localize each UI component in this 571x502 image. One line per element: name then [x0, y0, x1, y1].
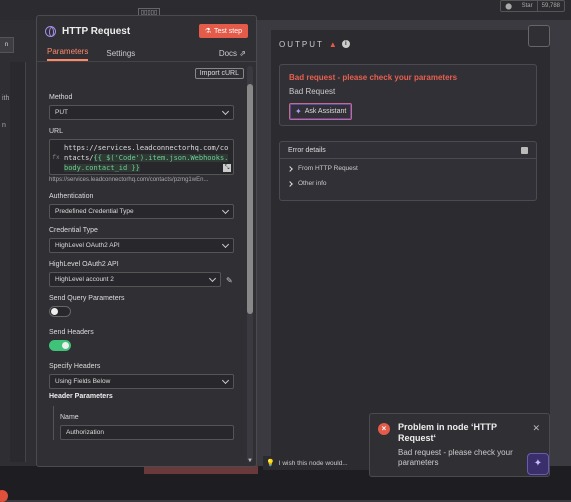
details-row-from-http[interactable]: From HTTP Request: [280, 159, 536, 172]
specify-headers-label: Specify Headers: [49, 363, 101, 370]
scrollbar-thumb[interactable]: [247, 84, 253, 314]
canvas-red-dot: [0, 490, 8, 502]
chevron-down-icon: [221, 206, 230, 214]
authentication-value: Predefined Credential Type: [55, 208, 134, 215]
chevron-right-icon: [287, 180, 293, 187]
canvas-left-text: n: [2, 122, 6, 129]
ask-assistant-label: Ask Assistant: [304, 108, 347, 115]
node-tabs: Parameters Settings Docs ⇗: [37, 46, 256, 62]
test-step-button[interactable]: ⚗ Test step: [198, 24, 248, 38]
parameters-scrollbar[interactable]: [247, 66, 253, 462]
chevron-right-icon: [287, 165, 293, 172]
chevron-down-icon: [221, 107, 230, 115]
toast-message: Bad request - please check your paramete…: [398, 448, 513, 467]
method-value: PUT: [55, 109, 68, 116]
ai-assistant-fab[interactable]: ✦: [527, 453, 549, 475]
details-row-label: Other info: [298, 180, 327, 187]
parameters-body: Import cURL Method PUT URL fx https://se…: [37, 62, 246, 466]
highlevel-account-select[interactable]: HighLevel account 2: [49, 272, 221, 287]
send-query-label: Send Query Parameters: [49, 295, 125, 302]
tab-settings[interactable]: Settings: [106, 49, 135, 61]
ask-assistant-button[interactable]: ✦ Ask Assistant: [289, 103, 353, 120]
sparkle-icon: ✦: [295, 107, 302, 116]
copy-icon[interactable]: [521, 146, 528, 154]
details-row-label: From HTTP Request: [298, 165, 358, 172]
tab-parameters[interactable]: Parameters: [47, 47, 89, 61]
flask-icon: ⚗: [204, 28, 211, 35]
chevron-down-icon: [221, 240, 230, 248]
sparkle-icon: ✦: [533, 458, 543, 469]
authentication-label: Authentication: [49, 193, 94, 200]
canvas-left-text: ith: [2, 95, 10, 102]
scroll-down-arrow-icon[interactable]: ▼: [247, 458, 253, 464]
close-icon[interactable]: ✕: [532, 423, 540, 434]
error-x-icon: ×: [378, 423, 390, 435]
url-text: https://services.leadconnectorhq.com/con…: [62, 140, 233, 174]
feedback-text: I wish this node would...: [278, 459, 348, 467]
test-step-label: Test step: [213, 27, 242, 35]
fx-icon: fx: [52, 153, 60, 161]
method-select[interactable]: PUT: [49, 105, 234, 120]
canvas-left-button[interactable]: n: [0, 37, 14, 53]
header-name-label: Name: [60, 414, 79, 421]
star-label: Star: [521, 3, 533, 9]
highlevel-account-row: HighLevel account 2 ✎: [49, 272, 234, 287]
feedback-input[interactable]: 💡 I wish this node would...: [263, 456, 373, 470]
node-title[interactable]: HTTP Request: [62, 26, 199, 37]
method-label: Method: [49, 94, 73, 101]
output-header: OUTPUT ▲ i: [271, 30, 550, 58]
send-query-toggle[interactable]: [49, 306, 71, 317]
error-message: Bad Request: [289, 87, 336, 96]
external-link-icon: ⇗: [239, 49, 246, 58]
error-toast: × Problem in node ‘HTTP Request‘ Bad req…: [369, 413, 550, 477]
url-label: URL: [49, 128, 64, 135]
credential-type-value: HighLevel OAuth2 API: [55, 242, 120, 249]
output-title: OUTPUT: [279, 39, 324, 49]
specify-headers-value: Using Fields Below: [55, 378, 111, 385]
docs-label: Docs: [218, 49, 238, 58]
credential-type-select[interactable]: HighLevel OAuth2 API: [49, 238, 234, 253]
error-details-header: Error details: [280, 142, 536, 159]
close-panel-button[interactable]: [528, 25, 550, 47]
header-parameters-title: Header Parameters: [49, 393, 113, 400]
output-panel: OUTPUT ▲ i Bad request - please check yo…: [271, 30, 550, 460]
toast-title: Problem in node ‘HTTP Request‘: [398, 422, 497, 443]
chevron-down-icon: [221, 376, 230, 384]
lightbulb-icon: 💡: [266, 460, 275, 467]
node-parameters-panel: HTTP Request ⚗ Test step Parameters Sett…: [36, 15, 257, 467]
pencil-icon[interactable]: ✎: [226, 276, 234, 285]
error-details-card: Error details From HTTP Request Other in…: [279, 141, 537, 201]
credential-type-label: Credential Type: [49, 227, 98, 234]
tab-docs[interactable]: Docs ⇗: [219, 49, 246, 61]
header-name-input[interactable]: Authorization: [60, 425, 234, 440]
url-preview: https://services.leadconnectorhq.com/con…: [49, 177, 209, 183]
error-card: Bad request - please check your paramete…: [279, 64, 537, 126]
import-curl-button[interactable]: Import cURL: [194, 68, 244, 79]
specify-headers-select[interactable]: Using Fields Below: [49, 374, 234, 389]
globe-icon: [45, 25, 56, 37]
star-count: 59,788: [536, 1, 564, 11]
expand-icon[interactable]: ⤡: [223, 164, 231, 172]
chevron-down-icon: [208, 274, 217, 282]
authentication-select[interactable]: Predefined Credential Type: [49, 204, 234, 219]
details-row-other-info[interactable]: Other info: [280, 172, 536, 187]
github-star-badge[interactable]: ⬤ Star 59,788: [500, 0, 565, 12]
send-headers-label: Send Headers: [49, 329, 94, 336]
warning-icon: ▲: [328, 39, 337, 49]
header-name-value: Authorization: [66, 429, 104, 436]
header-parameter-item: Name Authorization: [53, 406, 234, 440]
highlevel-account-value: HighLevel account 2: [55, 276, 114, 283]
canvas-left-panel: [10, 62, 26, 462]
url-expression-input[interactable]: fx https://services.leadconnectorhq.com/…: [49, 139, 234, 175]
highlevel-api-label: HighLevel OAuth2 API: [49, 261, 119, 268]
canvas-bottom-button[interactable]: [144, 466, 258, 474]
node-header: HTTP Request ⚗ Test step: [37, 16, 256, 46]
github-icon: ⬤: [505, 3, 514, 10]
error-title: Bad request - please check your paramete…: [289, 73, 458, 82]
error-details-title: Error details: [288, 146, 326, 154]
info-icon[interactable]: i: [341, 40, 350, 48]
send-headers-toggle[interactable]: [49, 340, 71, 351]
